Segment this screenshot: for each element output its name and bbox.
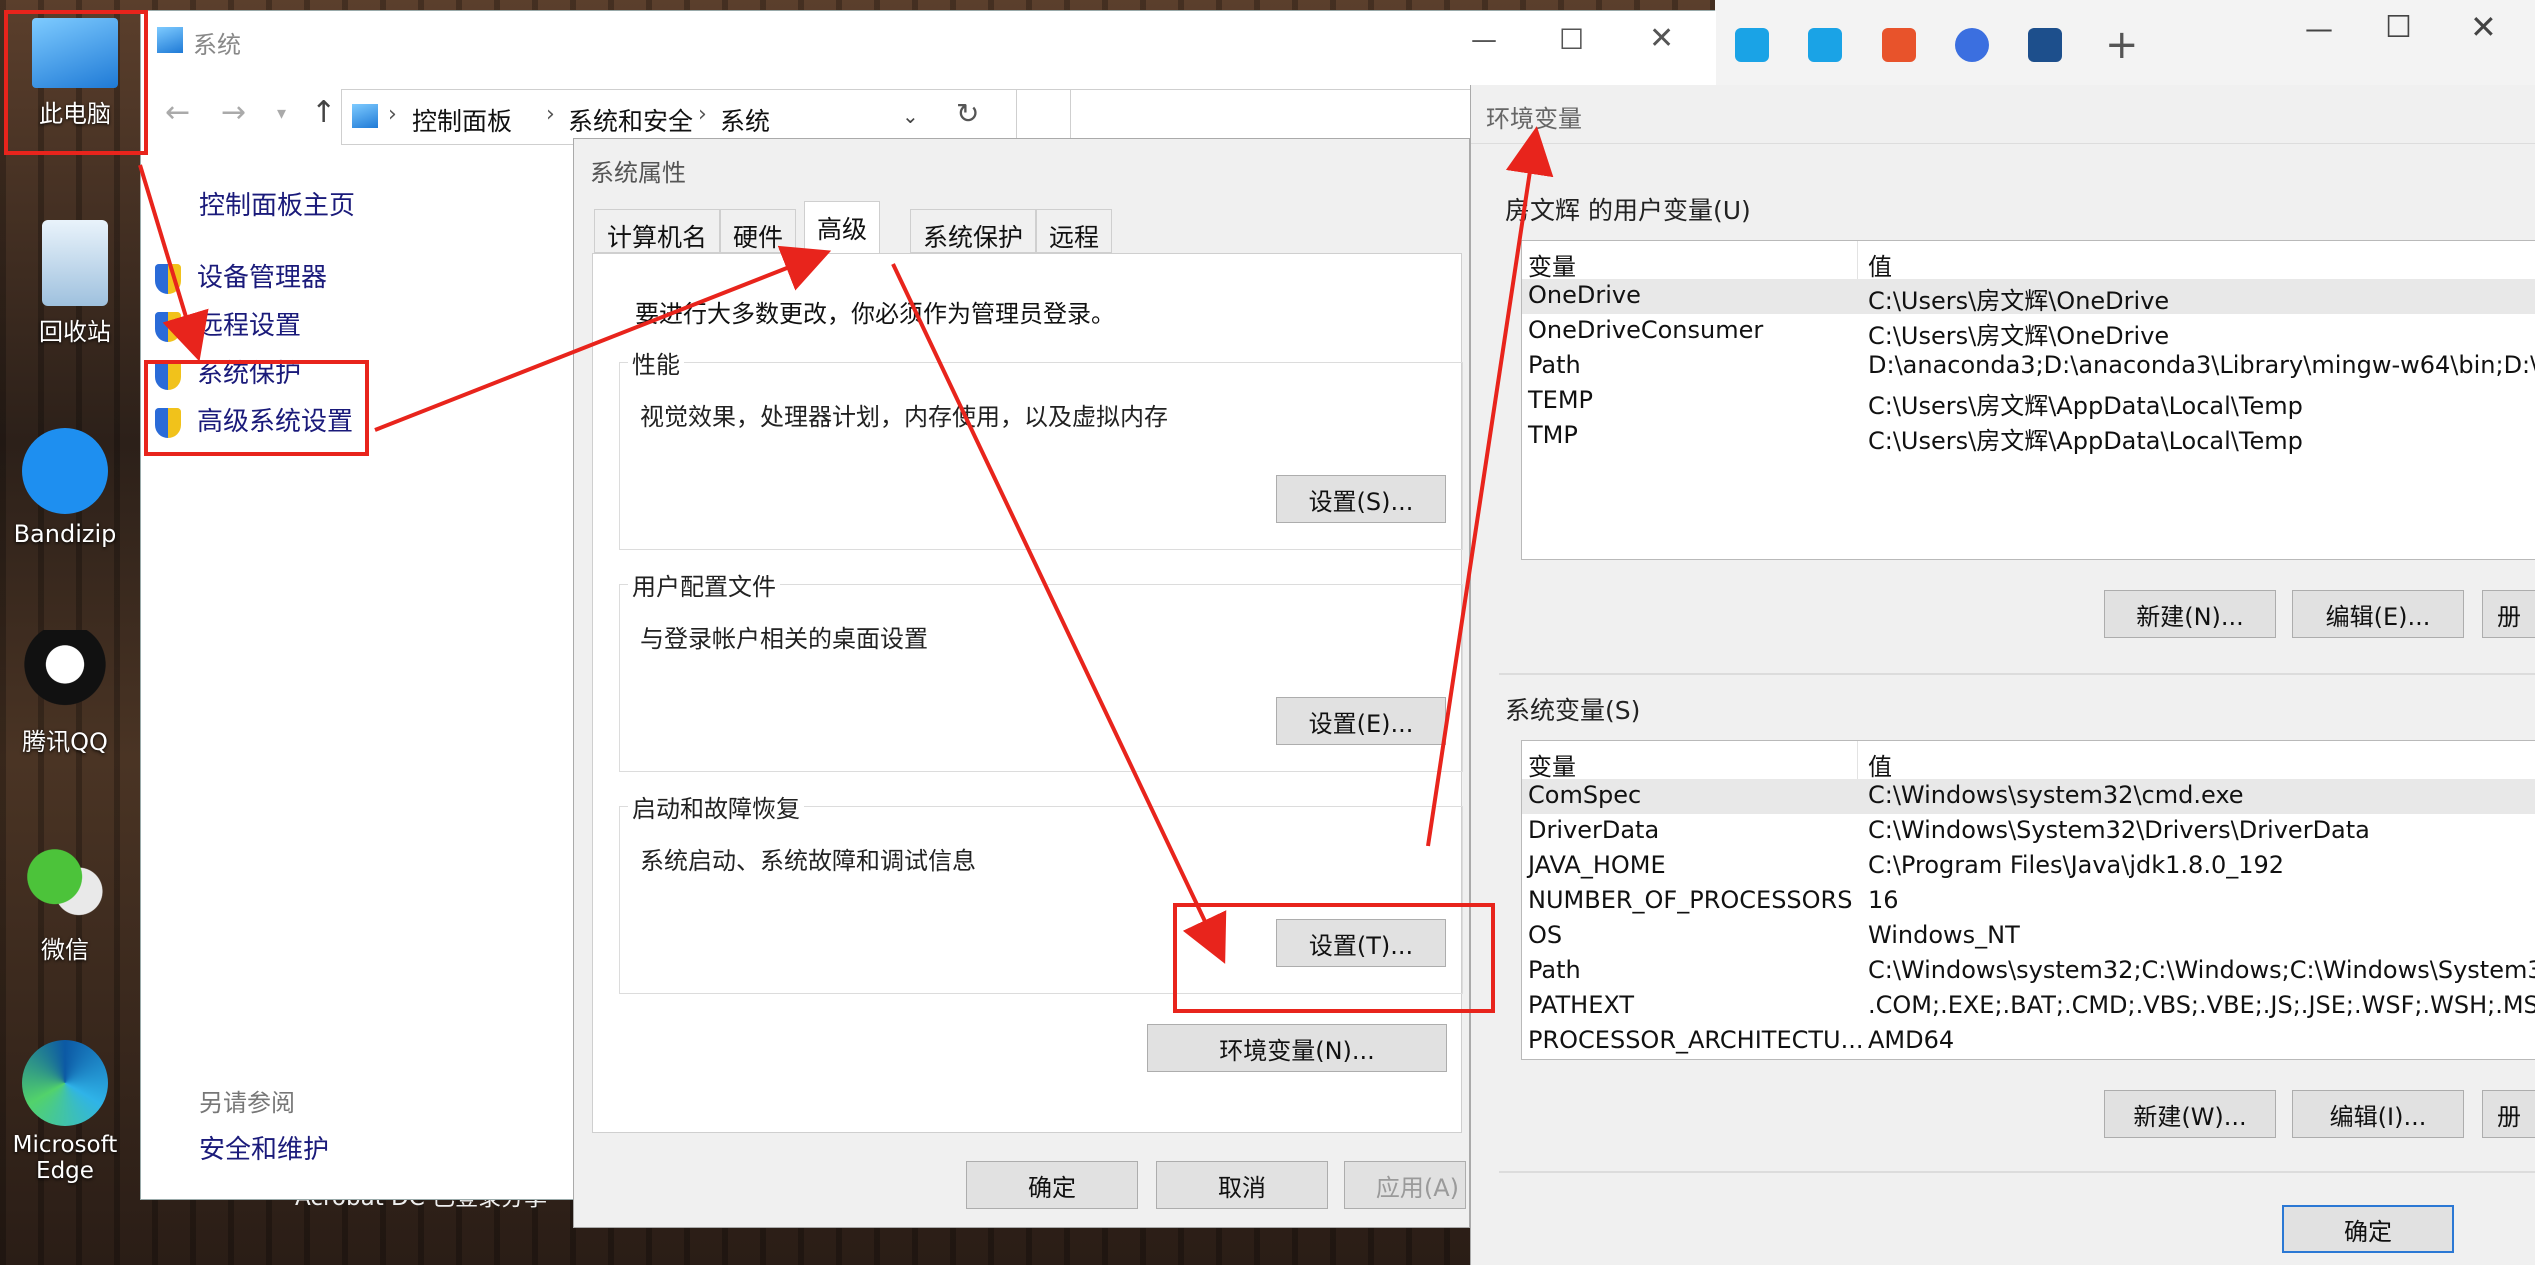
- annotation-arrows: [138, 126, 1554, 964]
- arrow-to-env-dialog: [1426, 126, 1554, 847]
- arrow-to-env-button: [891, 263, 1227, 964]
- arrow-to-advanced-tab: [374, 245, 832, 432]
- arrow-to-advanced-link: [138, 164, 209, 362]
